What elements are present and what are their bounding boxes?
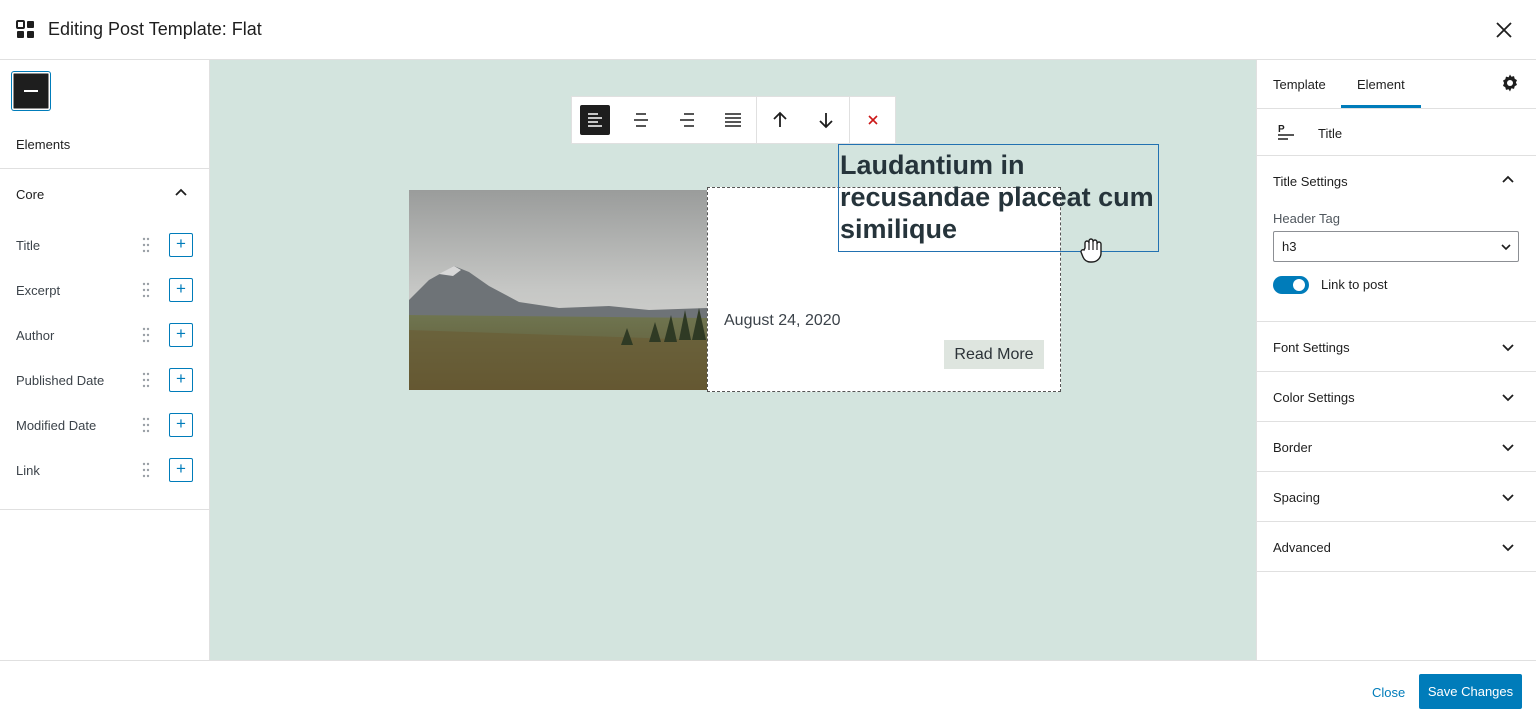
element-item-modified-date: Modified Date + — [0, 413, 209, 437]
selected-element-name: Title — [1318, 126, 1343, 141]
section-title: Spacing — [1273, 490, 1320, 505]
element-item-author: Author + — [0, 323, 209, 347]
element-item-label: Author — [16, 328, 55, 343]
divider — [0, 509, 209, 510]
align-center-button[interactable] — [618, 97, 664, 143]
alignment-group — [572, 97, 757, 143]
font-settings-section[interactable]: Font Settings — [1257, 322, 1536, 372]
read-more-button[interactable]: Read More — [944, 340, 1044, 369]
move-down-button[interactable] — [803, 97, 849, 143]
add-author-button[interactable]: + — [169, 323, 193, 347]
drag-handle-icon[interactable] — [142, 236, 150, 254]
divider — [0, 168, 209, 169]
element-item-excerpt: Excerpt + — [0, 278, 209, 302]
align-left-button[interactable] — [572, 97, 618, 143]
align-left-icon — [588, 113, 602, 127]
page-title: Editing Post Template: Flat — [48, 19, 262, 39]
post-title: Laudantium in recusandae placeat cum sim… — [840, 150, 1154, 244]
remove-element-button[interactable] — [850, 97, 896, 143]
tab-element[interactable]: Element — [1341, 77, 1421, 108]
close-link[interactable]: Close — [1372, 685, 1405, 700]
header-tag-select[interactable]: h3 — [1273, 231, 1519, 262]
align-right-icon — [680, 113, 694, 127]
chevron-down-icon — [1502, 494, 1514, 502]
post-featured-image — [409, 190, 707, 390]
svg-text:P: P — [1278, 124, 1285, 135]
element-item-published-date: Published Date + — [0, 368, 209, 392]
element-item-label: Published Date — [16, 373, 105, 388]
drag-handle-icon[interactable] — [142, 326, 150, 344]
element-item-label: Modified Date — [16, 418, 97, 433]
add-excerpt-button[interactable]: + — [169, 278, 193, 302]
align-center-icon — [634, 113, 648, 127]
elements-heading: Elements — [16, 137, 71, 152]
header-tag-value: h3 — [1282, 239, 1297, 254]
chevron-up-icon[interactable] — [1501, 173, 1515, 187]
color-settings-section[interactable]: Color Settings — [1257, 372, 1536, 422]
element-item-label: Title — [16, 238, 41, 253]
title-element-icon: P — [1278, 124, 1294, 140]
element-item-link: Link + — [0, 458, 209, 482]
element-item-title: Title + — [0, 233, 209, 257]
drag-handle-icon[interactable] — [142, 416, 150, 434]
link-to-post-toggle[interactable] — [1273, 276, 1309, 294]
add-published-date-button[interactable]: + — [169, 368, 193, 392]
close-icon[interactable] — [1492, 18, 1516, 42]
panel-tabs: Template Element — [1257, 60, 1536, 109]
element-item-label: Link — [16, 463, 40, 478]
section-title[interactable]: Title Settings — [1273, 174, 1348, 189]
remove-group — [850, 97, 896, 143]
editor-header: Editing Post Template: Flat — [0, 0, 1536, 60]
post-date: August 24, 2020 — [724, 312, 841, 329]
selected-title-element[interactable]: Laudantium in recusandae placeat cum sim… — [838, 144, 1159, 252]
chevron-down-icon — [1502, 344, 1514, 352]
elements-sidebar: Elements Core Title + Excerpt + Author +… — [0, 60, 210, 660]
block-toolbar — [571, 96, 896, 144]
landscape-image — [409, 190, 707, 390]
preview-canvas: August 24, 2020 Read More Laudantium in … — [210, 60, 1256, 660]
move-group — [757, 97, 850, 143]
settings-panel: Template Element P Title Title Settings … — [1256, 60, 1536, 660]
core-group-label[interactable]: Core — [16, 187, 44, 202]
section-title: Border — [1273, 440, 1313, 455]
drag-handle-icon[interactable] — [142, 281, 150, 299]
element-item-label: Excerpt — [16, 283, 61, 298]
chevron-down-icon — [1502, 394, 1514, 402]
align-justify-icon — [725, 113, 741, 127]
arrow-up-icon — [773, 111, 787, 127]
template-grid-icon — [16, 20, 34, 38]
add-link-button[interactable]: + — [169, 458, 193, 482]
add-title-button[interactable]: + — [169, 233, 193, 257]
spacing-section[interactable]: Spacing — [1257, 472, 1536, 522]
chevron-down-icon — [1502, 444, 1514, 452]
chevron-down-icon — [1501, 244, 1511, 251]
header-tag-label: Header Tag — [1273, 211, 1340, 226]
align-justify-button[interactable] — [710, 97, 756, 143]
drag-handle-icon[interactable] — [142, 371, 150, 389]
chevron-down-icon — [1502, 544, 1514, 552]
grab-cursor-icon — [1080, 238, 1102, 263]
remove-x-icon — [868, 115, 878, 125]
align-right-button[interactable] — [664, 97, 710, 143]
section-title: Advanced — [1273, 540, 1331, 555]
editor-footer: Close Save Changes — [0, 660, 1536, 720]
section-title: Color Settings — [1273, 390, 1355, 405]
link-to-post-label: Link to post — [1321, 277, 1388, 292]
tab-template[interactable]: Template — [1273, 77, 1326, 92]
section-title: Font Settings — [1273, 340, 1350, 355]
gear-icon[interactable] — [1500, 73, 1520, 93]
border-section[interactable]: Border — [1257, 422, 1536, 472]
drag-handle-icon[interactable] — [142, 461, 150, 479]
move-up-button[interactable] — [757, 97, 803, 143]
chevron-up-icon[interactable] — [174, 186, 188, 200]
collapse-sidebar-button[interactable] — [12, 72, 50, 110]
save-changes-button[interactable]: Save Changes — [1419, 674, 1522, 709]
add-modified-date-button[interactable]: + — [169, 413, 193, 437]
arrow-down-icon — [819, 113, 833, 129]
selected-element-header: P Title — [1257, 109, 1536, 156]
advanced-section[interactable]: Advanced — [1257, 522, 1536, 572]
